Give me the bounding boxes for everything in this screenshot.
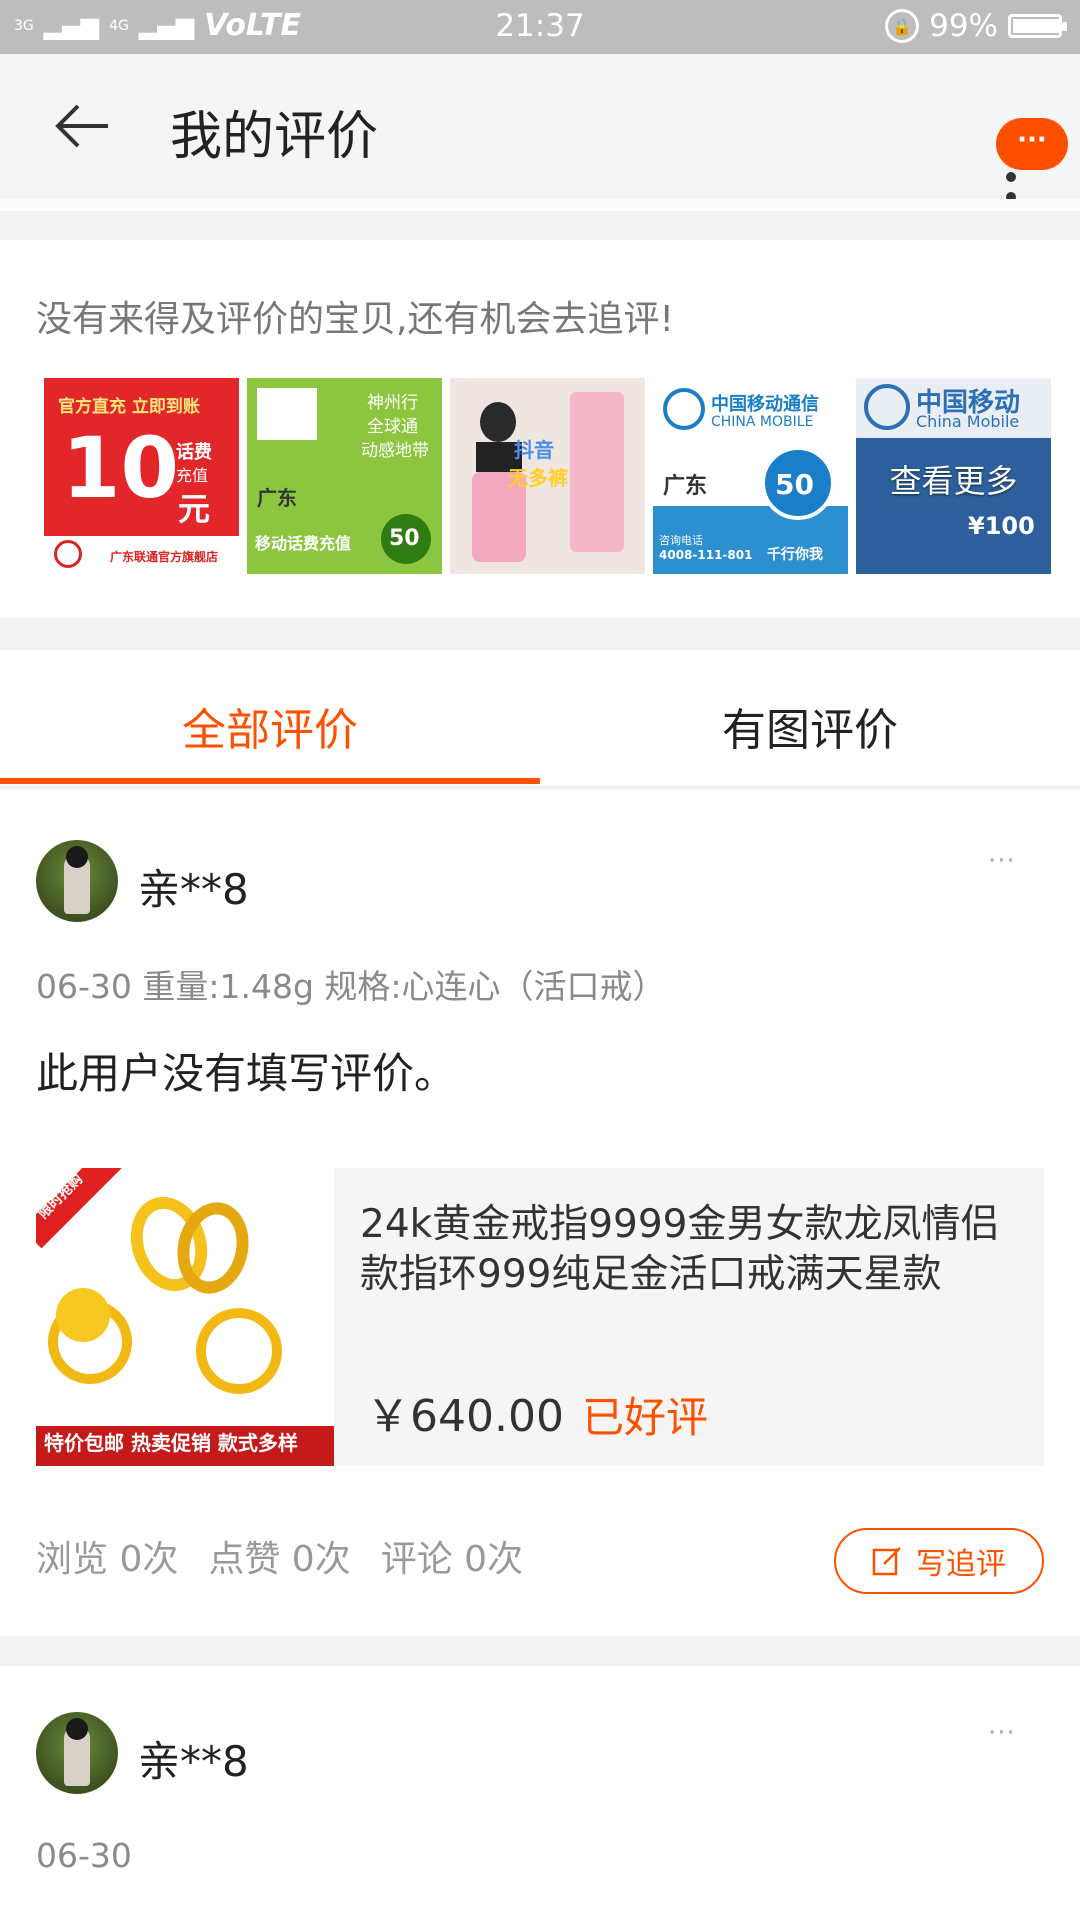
avatar[interactable] [36,1712,118,1794]
review-meta: 06-30 重量:1.48g 规格:心连心（活口戒） [36,967,666,1006]
review-username: 亲**8 [138,1737,249,1786]
write-follow-up-label: 写追评 [916,1547,1006,1582]
thumb-text: 话费 [176,442,212,463]
mobile-50-recharge-image[interactable]: 神州行 全球通 动感地带 广东 移动话费充值 50 [247,378,442,574]
model-head [480,402,516,442]
thumb-text: 抖音 [514,438,554,462]
review-stats: 浏览 0次 点赞 0次 评论 0次 [36,1530,523,1582]
status-right: 🔒 99% [885,8,1067,44]
thumb-footer: 广东联通官方旗舰店 [44,536,239,574]
ring-shape [196,1308,282,1394]
china-mobile-100-image[interactable]: 中国移动 China Mobile ¥100 查看更多 [856,378,1051,574]
write-follow-up-button[interactable]: 写追评 [834,1528,1044,1594]
back-arrow-icon[interactable] [52,94,116,158]
thumb-text: 元 [178,490,211,528]
pink-pants-image[interactable]: 抖音 无多裤 [450,378,645,574]
battery-icon [1008,14,1067,38]
divider [0,199,1080,211]
gold-ring-product-image: 限时抢购 特价包邮 热卖促销 款式多样 [36,1168,334,1466]
thumb-text: 4008-111-801 [659,548,753,562]
card-more-icon[interactable]: ··· [988,1718,1016,1748]
rotation-lock-icon: 🔒 [885,9,920,43]
review-status: 已好评 [582,1393,709,1442]
card-more-icon[interactable]: ··· [988,846,1016,876]
product-card[interactable]: 限时抢购 特价包邮 热卖促销 款式多样 24k黄金戒指9999金男女款龙凤情侣款… [36,1168,1044,1466]
thumb-text: 官方直充 立即到账 [58,397,200,417]
active-tab-indicator [0,778,540,784]
avatar-head [66,1718,88,1740]
promo-banner-text: 特价包邮 热卖促销 款式多样 [44,1431,298,1455]
review-username: 亲**8 [138,865,249,914]
thumb-text: China Mobile [916,412,1020,431]
thumb-text: 广东 [257,486,297,510]
like-count: 点赞 0次 [208,1539,351,1580]
see-more-link[interactable]: 查看更多 [856,456,1051,502]
review-meta: 06-30 [36,1836,132,1875]
thumb-text: 50 [775,468,814,501]
thumb-text: 50 [389,526,420,551]
product-price: ￥640.00 [366,1391,564,1442]
thumb-text: CHINA MOBILE [711,414,814,430]
unicom-10-recharge-image[interactable]: 官方直充 立即到账 10 话费 充值 元 广东联通官方旗舰店 [44,378,239,574]
review-card: 亲**8 ··· 06-30 重量:1.48g 规格:心连心（活口戒） 此用户没… [0,790,1080,1636]
thumb-text: 千行你我 [767,547,823,563]
avatar-head [66,846,88,868]
china-mobile-logo-icon [864,384,910,430]
review-text: 此用户没有填写评价。 [36,1049,457,1098]
comment-count: 评论 0次 [380,1539,524,1580]
thumb-text: 充值 [176,466,209,485]
thumb-text: 移动话费充值 [255,534,352,553]
pants-flat [570,392,624,552]
avatar[interactable] [36,840,118,922]
recommend-tip: 没有来得及评价的宝贝,还有机会去追评! [36,299,674,340]
olympic-logo-icon [257,388,317,440]
app-header: 我的评价 ··· [0,54,1080,202]
review-tabs: 全部评价 有图评价 [0,650,1080,788]
view-count: 浏览 0次 [36,1539,179,1580]
thumb-text: 神州行 [367,393,418,413]
status-bar: 3G ▂▄▆ 4G ▂▄▆ VoLTE 21:37 🔒 99% [0,0,1080,54]
unicom-logo-icon [54,540,82,568]
battery-percent: 99% [929,8,998,44]
tab-image-reviews[interactable]: 有图评价 [540,694,1080,758]
recommend-thumbnails: 官方直充 立即到账 10 话费 充值 元 广东联通官方旗舰店 神州行 全球通 动… [44,378,1051,574]
thumb-text: ¥100 [968,512,1035,540]
thumb-text: 中国移动通信 [711,394,819,415]
thumb-text: 全球通 [367,417,418,437]
china-mobile-50-image[interactable]: 中国移动通信 CHINA MOBILE 广东 50 咨询电话 4008-111-… [653,378,848,574]
thumb-text: 动感地带 [361,441,429,461]
thumb-text: 无多裤 [508,466,568,490]
thumb-text: 10 [62,419,179,517]
thumb-text: 广东 [663,474,708,499]
china-mobile-logo-icon [663,388,705,430]
message-bubble-icon[interactable]: ··· [996,118,1068,170]
thumb-text: 咨询电话 [659,534,703,547]
tab-all-reviews[interactable]: 全部评价 [0,694,540,758]
follow-up-recommendation: 没有来得及评价的宝贝,还有机会去追评! 官方直充 立即到账 10 话费 充值 元… [0,240,1080,618]
review-card: 亲**8 ··· 06-30 [0,1666,1080,1920]
flower-ring [56,1288,110,1342]
page-title: 我的评价 [170,107,379,167]
menu-dot [1006,172,1016,182]
thumb-text: 广东联通官方旗舰店 [110,550,219,564]
product-title: 24k黄金戒指9999金男女款龙凤情侣款指环999纯足金活口戒满天星款 [360,1202,1000,1297]
edit-icon [872,1546,902,1576]
